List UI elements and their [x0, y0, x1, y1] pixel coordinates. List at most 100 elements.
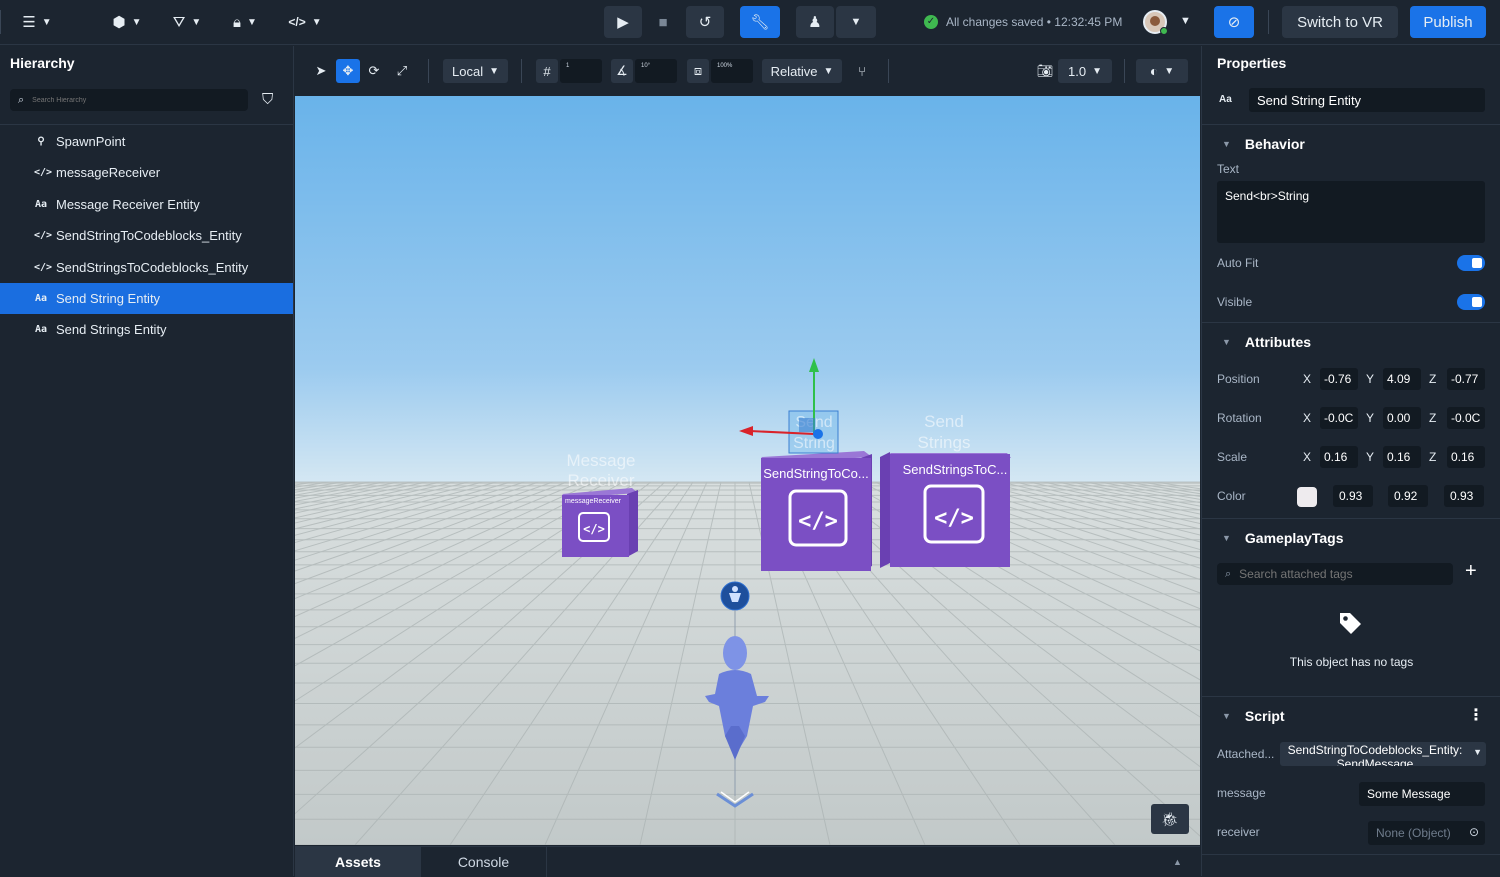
chevron-down-icon: ▼ [41, 16, 52, 28]
tools-menu-button[interactable]: ⛛ ▼ [164, 6, 210, 38]
script-title: Script [1244, 707, 1285, 724]
filter-icon[interactable]: ⛉ [262, 91, 273, 108]
text-field[interactable]: Send<br>String [1217, 181, 1485, 243]
switch-to-vr-button[interactable]: Switch to VR [1282, 6, 1398, 38]
hierarchy-item[interactable]: Aa Send String Entity [0, 283, 293, 314]
hierarchy-search[interactable]: ⌕ [10, 89, 248, 111]
position-y-field[interactable]: 4.09 [1383, 368, 1421, 390]
scripts-menu-button[interactable]: </> ▼ [282, 6, 328, 38]
scene-canvas[interactable]: Message Receiver messageReceiver </> Sen… [295, 96, 1200, 845]
visible-toggle[interactable] [1457, 294, 1485, 310]
online-status-icon [1160, 27, 1168, 35]
axis-x-label: X [1303, 411, 1312, 425]
hierarchy-item[interactable]: Aa Send Strings Entity [0, 314, 293, 345]
position-z-field[interactable]: -0.77 [1447, 368, 1485, 390]
axis-z-label: Z [1429, 372, 1437, 386]
tags-search-input[interactable] [1239, 567, 1440, 581]
receiver-field[interactable]: None (Object) ⊙ [1368, 821, 1485, 845]
grid-snap-field[interactable]: 1 [560, 59, 602, 83]
hierarchy-item[interactable]: </> messageReceiver [0, 157, 293, 188]
preview-mode-button[interactable]: ♟ [796, 6, 834, 38]
script-section-header[interactable]: ▼ Script [1202, 696, 1500, 734]
scale-z-field[interactable]: 0.16 [1447, 446, 1485, 468]
select-tool-button[interactable]: ➤ [311, 59, 331, 83]
mode-dropdown[interactable]: Relative ▼ [762, 59, 842, 83]
lock-menu-button[interactable]: 🔒︎ ▼ [222, 6, 268, 38]
tab-assets[interactable]: Assets [295, 847, 421, 877]
angle-snap-field[interactable]: 10° [635, 59, 677, 83]
hierarchy-search-input[interactable] [32, 96, 233, 104]
auto-fit-toggle[interactable] [1457, 255, 1485, 271]
hierarchy-item-label: Send Strings Entity [56, 322, 167, 338]
save-status: All changes saved • 12:32:45 PM [946, 15, 1123, 29]
attached-script-dropdown[interactable]: SendStringToCodeblocks_Entity: SendMessa… [1280, 742, 1486, 766]
hierarchy-item[interactable]: ⚲ SpawnPoint [0, 126, 293, 157]
render-mode-dropdown[interactable]: ◐ ▼ [1136, 59, 1188, 83]
account-chevron-down-icon[interactable]: ▼ [1180, 15, 1191, 27]
rotation-y-field[interactable]: 0.00 [1383, 407, 1421, 429]
avatar[interactable] [1143, 10, 1168, 35]
gizmo-center[interactable] [813, 429, 823, 439]
vr-mode-button[interactable]: ⊘ [1214, 6, 1254, 38]
debug-button[interactable]: 🐞︎ [1151, 804, 1189, 834]
axis-y-label: Y [1366, 411, 1375, 425]
reset-button[interactable]: ↺ [686, 6, 724, 38]
gameplay-tags-section-header[interactable]: ▼ GameplayTags [1202, 518, 1500, 556]
rotation-label: Rotation [1217, 411, 1262, 425]
rotation-x-field[interactable]: -0.0C [1320, 407, 1358, 429]
position-x-field[interactable]: -0.76 [1320, 368, 1358, 390]
hierarchy-item[interactable]: </> SendStringsToCodeblocks_Entity [0, 252, 293, 283]
scale-snap-field[interactable]: 100% [711, 59, 753, 83]
hierarchy-item[interactable]: Aa Message Receiver Entity [0, 189, 293, 220]
receiver-label: receiver [1217, 825, 1260, 839]
color-g-field[interactable]: 0.92 [1388, 485, 1428, 507]
tags-search[interactable]: ⌕ [1217, 563, 1453, 585]
gizmo-plane-handle[interactable] [799, 418, 815, 432]
build-menu-button[interactable]: ⬢ ▼ [104, 6, 150, 38]
chevron-up-icon[interactable]: ▲ [1173, 857, 1182, 867]
scale-y-field[interactable]: 0.16 [1383, 446, 1421, 468]
color-swatch[interactable] [1297, 487, 1317, 507]
rotate-tool-button[interactable]: ⟳ [363, 59, 385, 83]
position-label: Position [1217, 372, 1260, 386]
expand-icon: ⤢ [396, 63, 408, 78]
build-mode-button[interactable]: 🔧︎ [740, 6, 780, 38]
message-field[interactable]: Some Message [1359, 782, 1485, 806]
rotation-z-field[interactable]: -0.0C [1447, 407, 1485, 429]
color-r-field[interactable]: 0.93 [1333, 485, 1373, 507]
scene-viewport[interactable]: Message Receiver messageReceiver </> Sen… [295, 96, 1200, 845]
text-icon: Aa [34, 293, 48, 304]
hierarchy-item-label: Message Receiver Entity [56, 196, 200, 212]
message-receiver-entity[interactable]: Message Receiver messageReceiver </> [562, 451, 638, 557]
move-tool-button[interactable]: ✥ [336, 59, 360, 83]
camera-button[interactable]: 📷︎ [1034, 59, 1056, 83]
attributes-section-header[interactable]: ▼ Attributes [1202, 322, 1500, 360]
play-button[interactable]: ▶ [604, 6, 642, 38]
camera-speed-dropdown[interactable]: 1.0 ▼ [1058, 59, 1112, 83]
chevron-down-icon: ▼ [489, 65, 499, 77]
behavior-section-header[interactable]: ▼ Behavior [1202, 124, 1500, 162]
preview-mode-dropdown[interactable]: ▼ [836, 6, 876, 38]
object-picker-icon[interactable]: ⊙ [1469, 825, 1479, 839]
tab-console[interactable]: Console [421, 847, 547, 877]
entity-name-field[interactable]: Send String Entity [1249, 88, 1485, 112]
properties-panel: Properties Aa Send String Entity ▼ Behavi… [1201, 46, 1500, 876]
mode-label: Relative [770, 63, 818, 79]
send-string-label-line2: String [793, 435, 835, 452]
scale-snap-toggle[interactable]: ⧈ [687, 59, 709, 83]
color-b-field[interactable]: 0.93 [1444, 485, 1484, 507]
hierarchy-item[interactable]: </> SendStringToCodeblocks_Entity [0, 220, 293, 251]
space-label: Local [452, 63, 484, 79]
more-options-icon[interactable]: ⋮ [1468, 705, 1484, 725]
grid-snap-toggle[interactable]: # [536, 59, 558, 83]
publish-button[interactable]: Publish [1410, 6, 1486, 38]
stop-button[interactable]: ■ [646, 6, 680, 38]
angle-snap-toggle[interactable]: ∡ [611, 59, 633, 83]
pivot-button[interactable]: ⑂ [851, 59, 873, 83]
search-icon: ⌕ [18, 93, 25, 106]
scale-x-field[interactable]: 0.16 [1320, 446, 1358, 468]
main-menu-button[interactable]: ☰ ▼ [14, 6, 60, 38]
add-tag-button[interactable]: + [1465, 560, 1477, 583]
scale-tool-button[interactable]: ⤢ [391, 59, 413, 83]
space-dropdown[interactable]: Local ▼ [443, 59, 508, 83]
